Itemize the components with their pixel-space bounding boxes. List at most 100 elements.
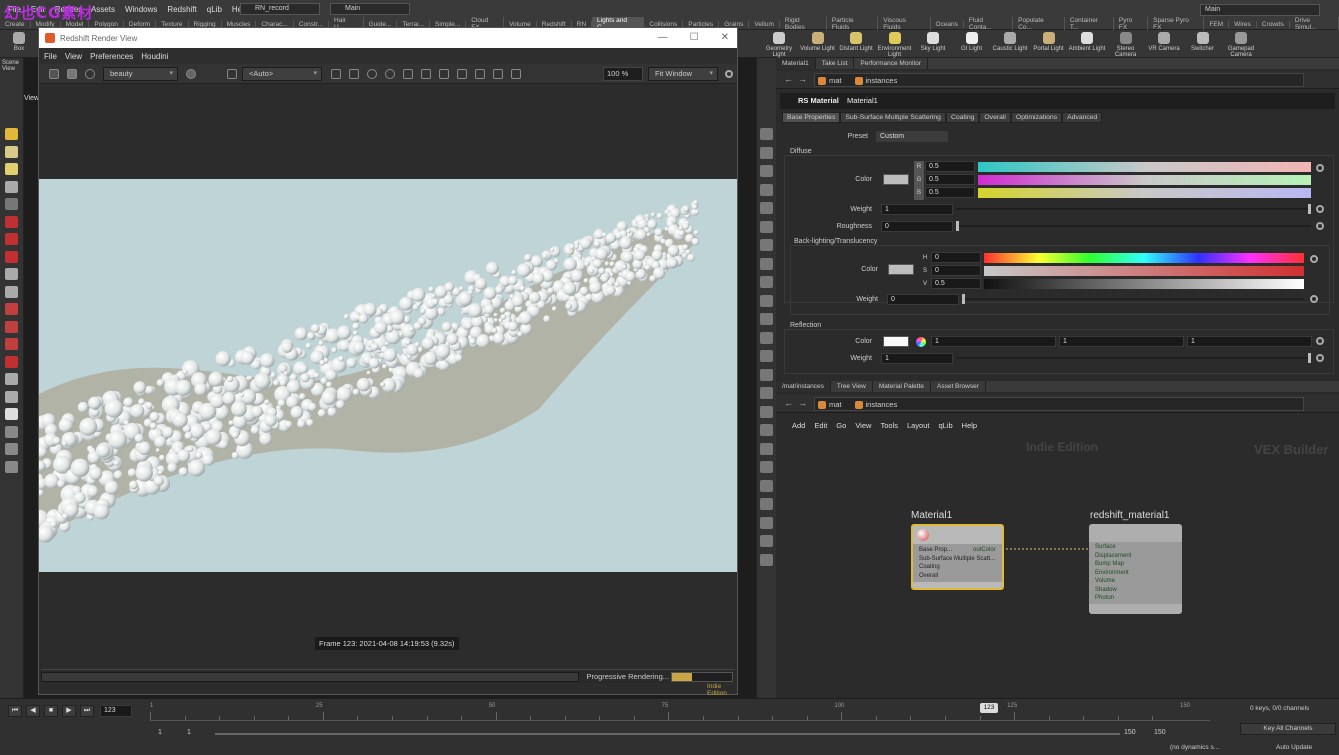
render-view-menu-item-1[interactable]: View xyxy=(65,52,82,61)
render-view-menu-item-0[interactable]: File xyxy=(44,52,57,61)
network-editor[interactable]: Indie Edition VEX Builder Material1 Base… xyxy=(776,432,1339,698)
reflection-weight-gear-icon[interactable] xyxy=(1316,354,1324,362)
shelf-tool-1[interactable]: Volume Light xyxy=(799,32,837,52)
shelf-tool-9[interactable]: Stereo Camera xyxy=(1107,32,1145,58)
path-segment-1[interactable]: instances xyxy=(852,76,908,85)
crop-icon[interactable] xyxy=(227,69,237,79)
viewport-tool-icon-12[interactable] xyxy=(760,350,773,362)
render-canvas[interactable] xyxy=(39,179,737,572)
diffuse-weight-slider[interactable] xyxy=(956,204,1311,214)
diffuse-r-field[interactable]: 0.5 xyxy=(925,161,975,172)
left-tool-icon-10[interactable] xyxy=(5,303,18,315)
go-start-icon[interactable]: ⏮ xyxy=(8,705,22,717)
shelf-tab-23[interactable]: Rigid Bodies xyxy=(780,17,827,31)
shelf-tool-10[interactable]: VR Camera xyxy=(1145,32,1183,52)
settings-gear-icon[interactable] xyxy=(725,70,733,78)
left-tool-icon-18[interactable] xyxy=(5,443,18,455)
add-image-icon[interactable] xyxy=(493,69,503,79)
viewport-tool-icon-2[interactable] xyxy=(760,165,773,177)
net-path-segment-1[interactable]: instances xyxy=(852,400,908,409)
network-menu-item-7[interactable]: Help xyxy=(962,421,977,430)
reflection-color-swatch[interactable] xyxy=(883,336,909,347)
fit-select[interactable]: Fit Window xyxy=(648,67,718,81)
diffuse-color-swatch[interactable] xyxy=(883,174,909,185)
expand-icon[interactable] xyxy=(439,69,449,79)
backlight-h-field[interactable]: 0 xyxy=(931,252,981,263)
left-tool-icon-8[interactable] xyxy=(5,268,18,280)
shelf-tool-3[interactable]: Environment Light xyxy=(876,32,914,58)
network-tab-1[interactable]: Tree View xyxy=(831,381,873,392)
g-gradient-slider[interactable] xyxy=(978,175,1311,185)
chat-icon[interactable] xyxy=(186,69,196,79)
auto-update-button[interactable]: Auto Update xyxy=(1276,744,1312,751)
shelf-tool-12[interactable]: Gamepad Camera xyxy=(1222,32,1260,58)
diffuse-b-field[interactable]: 0.5 xyxy=(925,187,975,198)
left-tool-icon-3[interactable] xyxy=(5,180,18,193)
network-menu-item-1[interactable]: Edit xyxy=(814,421,827,430)
left-tool-icon-11[interactable] xyxy=(5,320,18,333)
backlight-weight-gear-icon[interactable] xyxy=(1310,295,1318,303)
end-frame[interactable]: 150 xyxy=(1124,729,1136,736)
zoom-field[interactable]: 100 % xyxy=(603,67,643,81)
hue-slider[interactable] xyxy=(984,253,1304,263)
viewport-tool-icon-1[interactable] xyxy=(760,146,773,159)
render-view-menu-item-3[interactable]: Houdini xyxy=(141,52,168,61)
roughness-gear-icon[interactable] xyxy=(1316,222,1324,230)
backlight-weight-slider[interactable] xyxy=(962,294,1304,304)
roughness-field[interactable]: 0 xyxy=(881,221,953,232)
grid-icon[interactable] xyxy=(349,69,359,79)
maximize-icon[interactable]: ☐ xyxy=(690,32,699,43)
end-frame-2[interactable]: 150 xyxy=(1154,729,1166,736)
shrink-icon[interactable] xyxy=(457,69,467,79)
diffuse-g-field[interactable]: 0.5 xyxy=(925,174,975,185)
preset-select[interactable]: Custom xyxy=(876,131,948,142)
shelf-tab-35[interactable]: Drive Simul... xyxy=(1290,17,1339,31)
path-segment-0[interactable]: mat xyxy=(815,76,852,85)
copy-icon[interactable] xyxy=(511,69,521,79)
roughness-slider[interactable] xyxy=(956,221,1311,231)
shelf-tab-28[interactable]: Populate Co... xyxy=(1013,17,1065,31)
left-tool-icon-13[interactable] xyxy=(5,355,18,368)
reflection-weight-field[interactable]: 1 xyxy=(881,353,953,364)
color-wheel-icon[interactable] xyxy=(916,337,926,347)
shelf-tab-33[interactable]: Wires xyxy=(1229,20,1257,28)
stop-icon[interactable] xyxy=(67,69,77,79)
network-tab-0[interactable]: /mat/instances xyxy=(776,381,831,392)
diffuse-weight-gear-icon[interactable] xyxy=(1316,205,1324,213)
net-back-arrow-icon[interactable]: ← xyxy=(784,398,793,408)
viewport-tool-icon-6[interactable] xyxy=(760,239,773,251)
shelf-tab-25[interactable]: Viscous Fluids xyxy=(878,17,931,31)
parameter-path[interactable]: mat instances xyxy=(814,73,1304,87)
network-menu-item-2[interactable]: Go xyxy=(836,421,846,430)
left-tool-icon-6[interactable] xyxy=(5,233,18,245)
viewport-tool-icon-0[interactable] xyxy=(760,128,773,140)
viewport-tool-icon-13[interactable] xyxy=(760,368,773,381)
shelf-tool-7[interactable]: Portal Light xyxy=(1030,32,1068,52)
start-frame-2[interactable]: 1 xyxy=(187,729,191,736)
backlight-color-gear-icon[interactable] xyxy=(1310,255,1318,263)
material-subtab-2[interactable]: Coating xyxy=(945,112,980,123)
lock-icon[interactable] xyxy=(331,69,341,79)
reflection-c2-field[interactable]: 1 xyxy=(1059,336,1184,347)
viewport-tool-icon-20[interactable] xyxy=(760,498,773,510)
main-menu-item-4[interactable]: Windows xyxy=(125,5,157,14)
reflection-c3-field[interactable]: 1 xyxy=(1187,336,1312,347)
b-gradient-slider[interactable] xyxy=(978,188,1311,198)
material1-node[interactable]: Base Prop... Sub-Surface Multiple Scatt..… xyxy=(911,524,1004,590)
left-tool-icon-15[interactable] xyxy=(5,390,18,403)
left-tool-icon-4[interactable] xyxy=(5,198,18,210)
target-icon[interactable] xyxy=(421,69,431,79)
r-gradient-slider[interactable] xyxy=(978,162,1311,172)
left-tool-icon-12[interactable] xyxy=(5,338,18,350)
timeline-current-marker[interactable]: 123 xyxy=(980,703,998,713)
play-icon[interactable]: ▶ xyxy=(62,705,76,717)
snowflake-icon[interactable] xyxy=(367,69,377,79)
diffuse-color-gear-icon[interactable] xyxy=(1316,164,1324,172)
timeline-ruler[interactable]: 123 1 25 50 75 100 125 150 xyxy=(150,703,1210,721)
material-subtab-3[interactable]: Overall xyxy=(979,112,1011,123)
forward-arrow-icon[interactable]: → xyxy=(798,74,807,84)
image-icon[interactable] xyxy=(475,69,485,79)
viewport-tool-icon-15[interactable] xyxy=(760,405,773,418)
shelf-tool-2[interactable]: Distant Light xyxy=(837,32,875,52)
viewport-tool-icon-10[interactable] xyxy=(760,313,773,325)
